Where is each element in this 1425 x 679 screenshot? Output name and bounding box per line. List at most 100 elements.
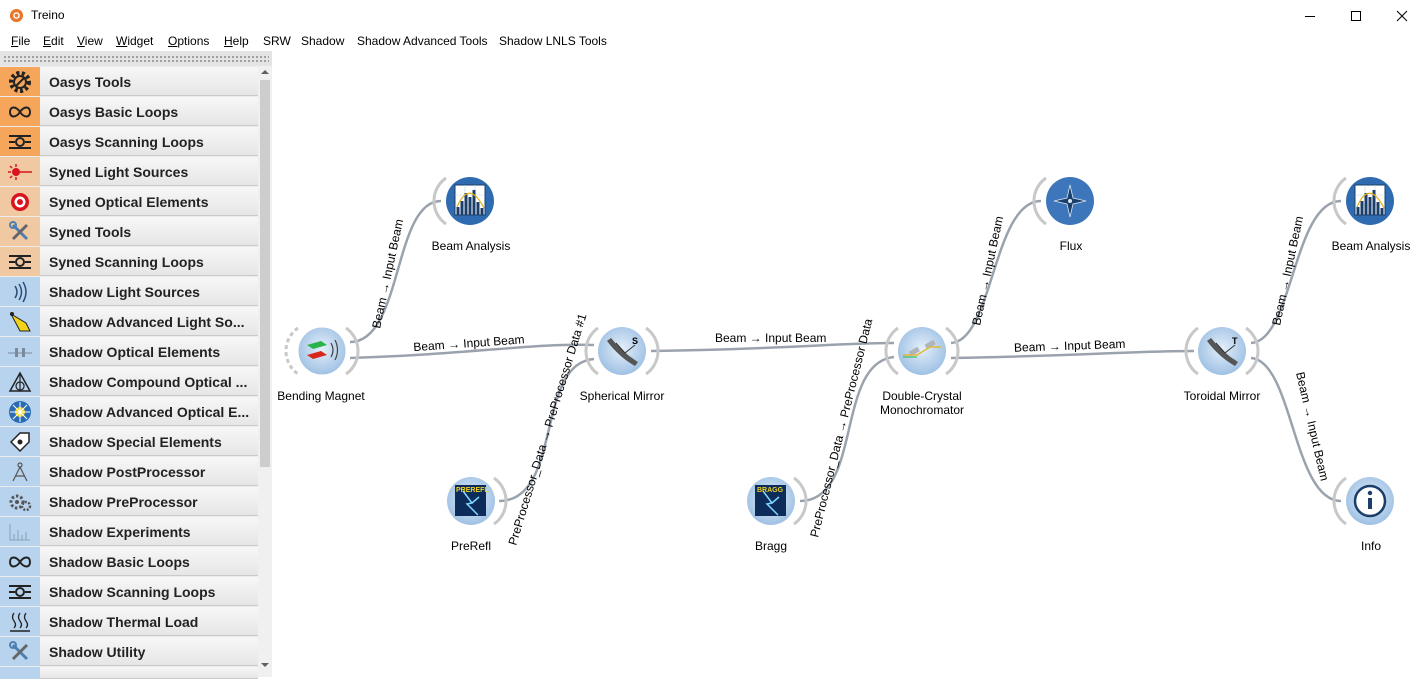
- optics-icon: [0, 337, 40, 366]
- node-flux[interactable]: [1032, 176, 1094, 226]
- node-prerefl[interactable]: PREREFL: [447, 476, 508, 526]
- partial-icon: [0, 667, 40, 679]
- bragg-icon: BRAGG: [755, 485, 786, 516]
- category-label: Shadow Light Sources: [49, 284, 200, 300]
- category-shadow-light-sources[interactable]: Shadow Light Sources: [0, 277, 258, 306]
- workflow-canvas[interactable]: Beam → Input Beam Beam → Input Beam PreP…: [273, 51, 1425, 677]
- category-label: Shadow Compound Optical ...: [49, 374, 248, 390]
- category-label: Oasys Scanning Loops: [49, 134, 204, 150]
- node-label-bragg: Bragg: [754, 539, 788, 553]
- menu-srw[interactable]: SRW: [263, 34, 291, 48]
- category-shadow-special-elements[interactable]: Shadow Special Elements: [0, 427, 258, 456]
- scan-loop-icon: [0, 577, 40, 606]
- menu-mnemonic: E: [43, 34, 52, 48]
- widget-toolbox: Oasys Tools Oasys Basic Loops Oasys Scan…: [0, 51, 272, 679]
- category-label: Oasys Tools: [49, 74, 132, 90]
- compass-icon: [0, 457, 40, 486]
- minimize-button[interactable]: [1287, 0, 1333, 31]
- node-beam-analysis-2[interactable]: [1332, 176, 1394, 226]
- scroll-down-icon[interactable]: [261, 662, 269, 668]
- menu-mnemonic: H: [224, 34, 233, 48]
- category-label: Shadow Advanced Light So...: [49, 314, 245, 330]
- scroll-up-icon[interactable]: [261, 69, 269, 75]
- maximize-button[interactable]: [1333, 0, 1379, 31]
- category-label: Shadow Scanning Loops: [49, 584, 216, 600]
- menu-edit[interactable]: Edit: [43, 34, 64, 48]
- node-label-flux: Flux: [1059, 239, 1083, 253]
- category-shadow-experiments[interactable]: Shadow Experiments: [0, 517, 258, 546]
- node-label-info: Info: [1360, 539, 1382, 553]
- category-shadow-optical-elements[interactable]: Shadow Optical Elements: [0, 337, 258, 366]
- svg-text:T: T: [1232, 336, 1238, 346]
- node-bragg[interactable]: BRAGG: [747, 476, 808, 526]
- category-shadow-scanning-loops[interactable]: Shadow Scanning Loops: [0, 577, 258, 606]
- dock-grip[interactable]: [0, 51, 272, 66]
- laser-icon: [0, 157, 40, 186]
- info-icon: [1353, 484, 1387, 518]
- category-shadow-compound-optical[interactable]: Shadow Compound Optical ...: [0, 367, 258, 396]
- menu-shadow-advanced-tools[interactable]: Shadow Advanced Tools: [357, 34, 488, 48]
- close-icon: [1396, 10, 1408, 21]
- node-label-double-crystal: Double-Crystal: [882, 389, 962, 403]
- menu-shadow[interactable]: Shadow: [301, 34, 344, 48]
- menu-help[interactable]: Help: [224, 34, 249, 48]
- menu-widget[interactable]: Widget: [116, 34, 153, 48]
- menu-options[interactable]: Options: [168, 34, 209, 48]
- category-label: Oasys Basic Loops: [49, 104, 179, 120]
- title-bar: Treino: [0, 0, 1425, 31]
- node-label-bending-magnet: Bending Magnet: [277, 389, 365, 403]
- category-syned-tools[interactable]: Syned Tools: [0, 217, 258, 246]
- lamp-icon: [0, 307, 40, 336]
- category-shadow-utility[interactable]: Shadow Utility: [0, 637, 258, 666]
- category-syned-optical-elements[interactable]: Syned Optical Elements: [0, 187, 258, 216]
- category-shadow-advanced-light-sources[interactable]: Shadow Advanced Light So...: [0, 307, 258, 336]
- menu-label: dit: [51, 34, 64, 48]
- link-label: Beam → Input Beam: [969, 215, 1006, 327]
- category-label: Syned Scanning Loops: [49, 254, 204, 270]
- node-double-crystal-monochromator[interactable]: [884, 326, 960, 376]
- menu-view[interactable]: View: [77, 34, 103, 48]
- menu-label: elp: [232, 34, 249, 48]
- category-label: Shadow PostProcessor: [49, 464, 206, 480]
- category-label: Shadow Optical Elements: [49, 344, 221, 360]
- close-button[interactable]: [1379, 0, 1425, 31]
- node-info[interactable]: [1332, 476, 1394, 526]
- workflow-links: Beam → Input Beam Beam → Input Beam PreP…: [284, 176, 1394, 547]
- category-syned-scanning-loops[interactable]: Syned Scanning Loops: [0, 247, 258, 276]
- app-icon: [9, 8, 24, 23]
- category-label: Shadow Experiments: [49, 524, 191, 540]
- menu-file[interactable]: File: [11, 34, 30, 48]
- target-icon: [0, 187, 40, 216]
- node-spherical-mirror[interactable]: S: [584, 326, 660, 376]
- category-shadow-thermal-load[interactable]: Shadow Thermal Load: [0, 607, 258, 636]
- category-label: Shadow Utility: [49, 644, 146, 660]
- scrollbar-thumb[interactable]: [260, 80, 270, 467]
- category-shadow-preprocessor[interactable]: Shadow PreProcessor: [0, 487, 258, 516]
- prerefl-icon: PREREFL: [455, 485, 489, 516]
- snowflake-icon: [0, 397, 40, 426]
- category-shadow-postprocessor[interactable]: Shadow PostProcessor: [0, 457, 258, 486]
- node-beam-analysis-1[interactable]: [432, 176, 494, 226]
- infinity-icon: [0, 547, 40, 576]
- category-syned-light-sources[interactable]: Syned Light Sources: [0, 157, 258, 186]
- node-bending-magnet[interactable]: [284, 326, 360, 376]
- svg-text:BRAGG: BRAGG: [757, 487, 784, 494]
- category-label: Shadow Advanced Optical E...: [49, 404, 250, 420]
- category-oasys-tools[interactable]: Oasys Tools: [0, 67, 258, 96]
- category-label: Shadow PreProcessor: [49, 494, 198, 510]
- wave-icon: [0, 277, 40, 306]
- sidebar-scrollbar[interactable]: [258, 66, 272, 677]
- menu-mnemonic: V: [77, 34, 85, 48]
- category-oasys-scanning-loops[interactable]: Oasys Scanning Loops: [0, 127, 258, 156]
- category-oasys-basic-loops[interactable]: Oasys Basic Loops: [0, 97, 258, 126]
- menu-shadow-lnls-tools[interactable]: Shadow LNLS Tools: [499, 34, 607, 48]
- menu-bar: File Edit View Widget Options Help SRW S…: [0, 31, 1425, 51]
- link-label: Beam → Input Beam: [369, 218, 406, 330]
- link-label: PreProcessor_Data → PreProcessor Data: [807, 317, 875, 539]
- node-toroidal-mirror[interactable]: T: [1184, 326, 1260, 376]
- menu-label: ile: [18, 34, 31, 48]
- minimize-icon: [1305, 15, 1315, 17]
- category-shadow-advanced-optical[interactable]: Shadow Advanced Optical E...: [0, 397, 258, 426]
- prism-icon: [0, 367, 40, 396]
- category-shadow-basic-loops[interactable]: Shadow Basic Loops: [0, 547, 258, 576]
